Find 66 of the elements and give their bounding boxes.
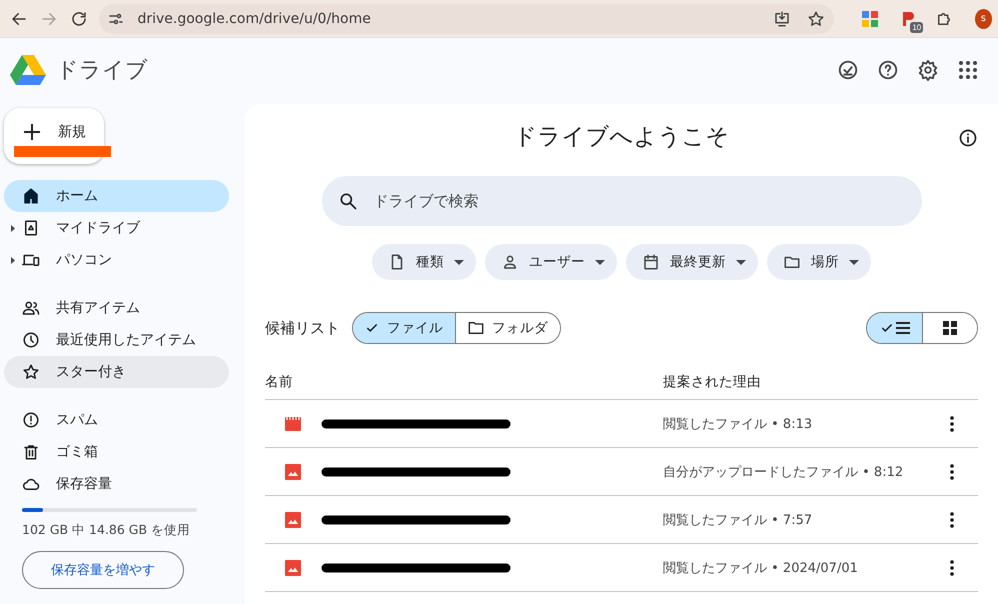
plus-icon: [24, 124, 40, 140]
sidebar-item[interactable]: ゴミ箱: [4, 436, 229, 468]
storage-text: 102 GB 中 14.86 GB を使用: [22, 522, 192, 539]
star-icon: [22, 363, 40, 381]
reason-cell-text: 自分がアップロードしたファイル • 8:12: [663, 464, 904, 480]
dropdown-icon: [849, 260, 859, 264]
app-title: ドライブ: [56, 57, 149, 85]
warning-icon: [22, 411, 40, 429]
sidebar-item[interactable]: スター付き: [4, 356, 229, 388]
list-icon: [896, 322, 910, 334]
settings-icon[interactable]: [916, 58, 940, 82]
profile-avatar[interactable]: s: [974, 8, 992, 28]
search-field[interactable]: ドライブで検索: [322, 176, 922, 226]
info-icon[interactable]: [958, 128, 978, 148]
column-header[interactable]: 名前: [265, 372, 663, 390]
suggestions-label: 候補リスト: [265, 318, 340, 338]
offline-status-icon[interactable]: [836, 58, 860, 82]
sidebar-item[interactable]: スパム: [4, 404, 229, 436]
image-file-icon: [285, 464, 301, 480]
expand-caret-icon[interactable]: [11, 225, 15, 232]
clock-icon: [22, 331, 40, 349]
check-icon: [365, 321, 379, 335]
page-heading: ドライブへようこそ: [514, 122, 730, 152]
grid-view-button[interactable]: [922, 313, 977, 343]
grid-icon: [943, 321, 957, 335]
get-storage-button[interactable]: 保存容量を増やす: [22, 551, 184, 589]
segment-button[interactable]: ファイル: [353, 313, 455, 343]
sidebar-item[interactable]: パソコン: [4, 244, 229, 276]
reason-cell-text: 閲覧したファイル • 7:57: [663, 512, 814, 528]
filter-chip[interactable]: 種類: [372, 244, 476, 280]
image-file-icon: [285, 560, 301, 576]
dropdown-icon: [736, 260, 746, 264]
person-icon: [501, 253, 519, 271]
trash-icon: [22, 443, 40, 461]
filter-chip[interactable]: 場所: [767, 244, 871, 280]
calendar-icon: [642, 253, 660, 271]
filter-chip[interactable]: ユーザー: [485, 244, 617, 280]
folder-icon: [468, 321, 484, 335]
reason-cell-text: 閲覧したファイル • 2024/07/01: [663, 560, 859, 576]
image-file-icon: [285, 512, 301, 528]
drive-logo: [10, 54, 46, 86]
address-bar[interactable]: drive.google.com/drive/u/0/home: [99, 4, 834, 34]
help-icon[interactable]: [876, 58, 900, 82]
check-icon: [880, 321, 894, 335]
video-file-icon: [285, 416, 301, 432]
apps-grid-icon[interactable]: [956, 58, 980, 82]
reload-icon[interactable]: [70, 10, 88, 28]
sidebar-item[interactable]: 共有アイテム: [4, 292, 229, 324]
filter-chip[interactable]: 最終更新: [626, 244, 758, 280]
sidebar-item[interactable]: 最近使用したアイテム: [4, 324, 229, 356]
search-icon: [338, 191, 358, 211]
home-icon: [22, 187, 40, 205]
sidebar-item[interactable]: マイドライブ: [4, 212, 229, 244]
column-header[interactable]: 提案された理由: [663, 372, 978, 390]
reason-cell-text: 閲覧したファイル • 8:13: [663, 416, 814, 432]
list-view-button[interactable]: [867, 313, 922, 343]
url-text: drive.google.com/drive/u/0/home: [137, 10, 372, 26]
sidebar-item[interactable]: 保存容量: [4, 468, 229, 500]
segment-button[interactable]: フォルダ: [455, 313, 560, 343]
drive-folder-icon: [22, 219, 40, 237]
sidebar-item[interactable]: ホーム: [4, 180, 229, 212]
expand-caret-icon[interactable]: [11, 257, 15, 264]
dropdown-icon: [454, 260, 464, 264]
dropdown-icon: [595, 260, 605, 264]
badge-count: 10: [910, 22, 924, 32]
people-icon: [22, 299, 40, 317]
